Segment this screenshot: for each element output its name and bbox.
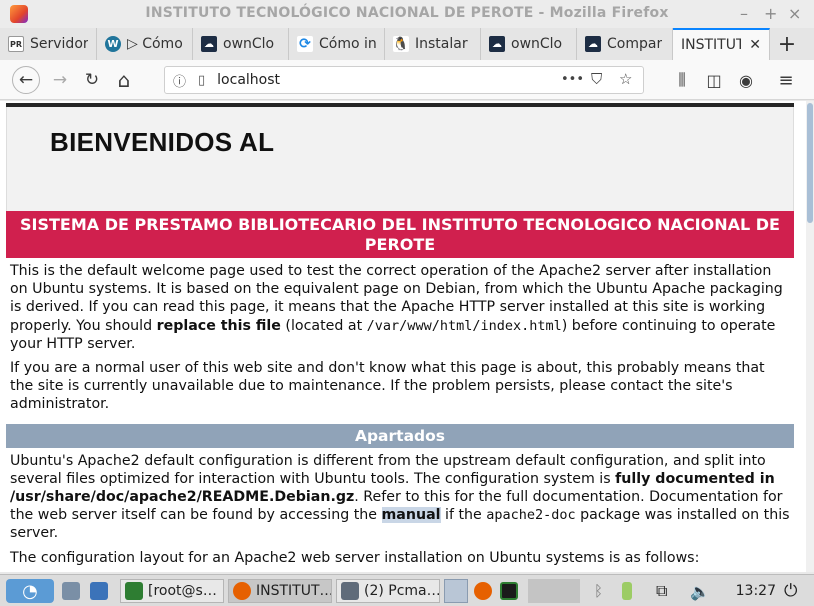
start-menu-icon[interactable]: ◔ [6, 579, 54, 603]
config-paragraph: Ubuntu's Apache2 default configuration i… [6, 448, 794, 543]
tab-como-instalar[interactable]: ⟳ Cómo in [289, 28, 385, 60]
scrollbar-thumb[interactable] [807, 103, 813, 223]
package-code: apache2-doc [486, 507, 576, 524]
hero-header: BIENVENIDOS AL [6, 107, 794, 211]
page-actions-icon[interactable]: ••• [561, 72, 584, 87]
firefox-icon [233, 582, 251, 600]
taskbar: ◔ [root@s… INSTITUT… (2) Pcma… ᛒ ⧉ 🔈 13:… [0, 574, 814, 606]
page-content: BIENVENIDOS AL SISTEMA DE PRESTAMO BIBLI… [6, 101, 794, 567]
bold-text: replace this file [156, 317, 281, 334]
notice-paragraph: If you are a normal user of this web sit… [10, 360, 765, 413]
account-icon[interactable]: ◉ [732, 66, 760, 94]
tab-instalar[interactable]: 🐧 Instalar [385, 28, 481, 60]
home-button[interactable]: ⌂ [110, 66, 138, 94]
taskbar-label: (2) Pcma… [364, 583, 440, 599]
firefox-shape [474, 582, 492, 600]
tab-strip: PR Servidor W ▷ Cómo ☁ ownClo ⟳ Cómo in … [0, 28, 814, 60]
bookmark-star-icon[interactable]: ☆ [619, 70, 632, 88]
back-button[interactable]: ← [12, 66, 40, 94]
url-text[interactable]: localhost [217, 72, 280, 88]
text: (located at [280, 317, 367, 334]
sidebar-icon[interactable]: ◫ [700, 66, 728, 94]
new-tab-button[interactable]: + [770, 28, 804, 60]
path-code: /var/www/html/index.html [366, 317, 562, 334]
taskbar-pcmanfm[interactable]: (2) Pcma… [336, 579, 440, 603]
taskbar-label: INSTITUT… [256, 583, 332, 599]
navigation-bar: ← → ↻ ⌂ ⓘ ▯ localhost ••• ⛉ ☆ ⫼ ◫ ◉ ≡ [0, 60, 814, 100]
workspace-switcher[interactable] [444, 579, 468, 603]
tab-instituto-active[interactable]: INSTITUT ✕ [673, 28, 770, 60]
forward-button[interactable]: → [46, 66, 74, 94]
network-icon[interactable]: ⧉ [656, 579, 667, 603]
pr-icon: PR [8, 36, 24, 52]
page-viewport: BIENVENIDOS AL SISTEMA DE PRESTAMO BIBLI… [0, 101, 814, 572]
vertical-scrollbar[interactable] [806, 101, 814, 572]
tab-compartir[interactable]: ☁ Compar [577, 28, 673, 60]
minimize-button[interactable]: – [740, 4, 748, 23]
linux-tux-icon: 🐧 [392, 36, 410, 52]
title-banner: SISTEMA DE PRESTAMO BIBLIOTECARIO DEL IN… [6, 211, 794, 258]
tab-como-wordpress[interactable]: W ▷ Cómo [97, 28, 193, 60]
maximize-button[interactable]: + [764, 4, 777, 23]
folder-shape [62, 582, 80, 600]
owncloud-icon: ☁ [201, 36, 217, 52]
close-window-button[interactable]: × [788, 4, 801, 23]
page-heading: BIENVENIDOS AL [50, 127, 275, 157]
taskbar-terminal[interactable]: [root@s… [120, 579, 224, 603]
sync-icon: ⟳ [297, 36, 313, 52]
settings-icon[interactable] [90, 579, 113, 603]
tab-owncloud-2[interactable]: ☁ ownClo [481, 28, 577, 60]
folder-icon [341, 582, 359, 600]
library-icon[interactable]: ⫼ [668, 66, 696, 94]
owncloud-icon: ☁ [585, 36, 601, 52]
text: if the [440, 507, 487, 524]
layout-paragraph: The configuration layout for an Apache2 … [10, 549, 700, 566]
tab-label: Cómo in [319, 36, 376, 52]
settings-shape [90, 582, 108, 600]
manual-link[interactable]: manual [381, 507, 441, 524]
terminal-launcher-icon[interactable] [500, 579, 523, 603]
pocket-icon[interactable]: ⛉ [591, 70, 602, 88]
info-icon[interactable]: ⓘ [173, 71, 186, 90]
terminal-icon [125, 582, 143, 600]
intro-paragraph: This is the default welcome page used to… [6, 258, 794, 353]
battery-icon[interactable] [622, 579, 637, 603]
power-icon[interactable]: ⏻ [784, 579, 797, 603]
tab-owncloud-1[interactable]: ☁ ownClo [193, 28, 289, 60]
tab-label: Instalar [415, 36, 468, 52]
section-header-apartados: Apartados [6, 423, 794, 448]
tab-label: INSTITUT [681, 37, 742, 53]
bluetooth-icon[interactable]: ᛒ [594, 579, 603, 603]
volume-icon[interactable]: 🔈 [690, 579, 710, 603]
tab-label: Compar [607, 36, 663, 52]
tab-servidor[interactable]: PR Servidor [0, 28, 97, 60]
close-tab-icon[interactable]: ✕ [749, 37, 761, 53]
tab-label: ownClo [511, 36, 563, 52]
page-icon: ▯ [198, 72, 206, 88]
tab-label: Servidor [30, 36, 88, 52]
taskbar-firefox[interactable]: INSTITUT… [228, 579, 332, 603]
wordpress-icon: W [105, 36, 121, 52]
firefox-launcher-icon[interactable] [474, 579, 497, 603]
window-title: INSTITUTO TECNOLÓGICO NACIONAL DE PEROTE… [145, 5, 669, 21]
file-manager-icon[interactable] [62, 579, 85, 603]
battery-shape [622, 582, 632, 600]
clock: 13:27 [735, 583, 776, 599]
title-bar: INSTITUTO TECNOLÓGICO NACIONAL DE PEROTE… [0, 0, 814, 28]
tab-label: ownClo [223, 36, 275, 52]
menu-icon[interactable]: ≡ [772, 66, 800, 94]
owncloud-icon: ☁ [489, 36, 505, 52]
task-bar-slot [528, 579, 580, 603]
taskbar-label: [root@s… [148, 583, 217, 599]
url-bar[interactable]: ⓘ ▯ localhost ••• ⛉ ☆ [164, 66, 644, 94]
tab-label: ▷ Cómo [127, 36, 183, 52]
reload-button[interactable]: ↻ [78, 66, 106, 94]
terminal-shape [500, 582, 518, 600]
